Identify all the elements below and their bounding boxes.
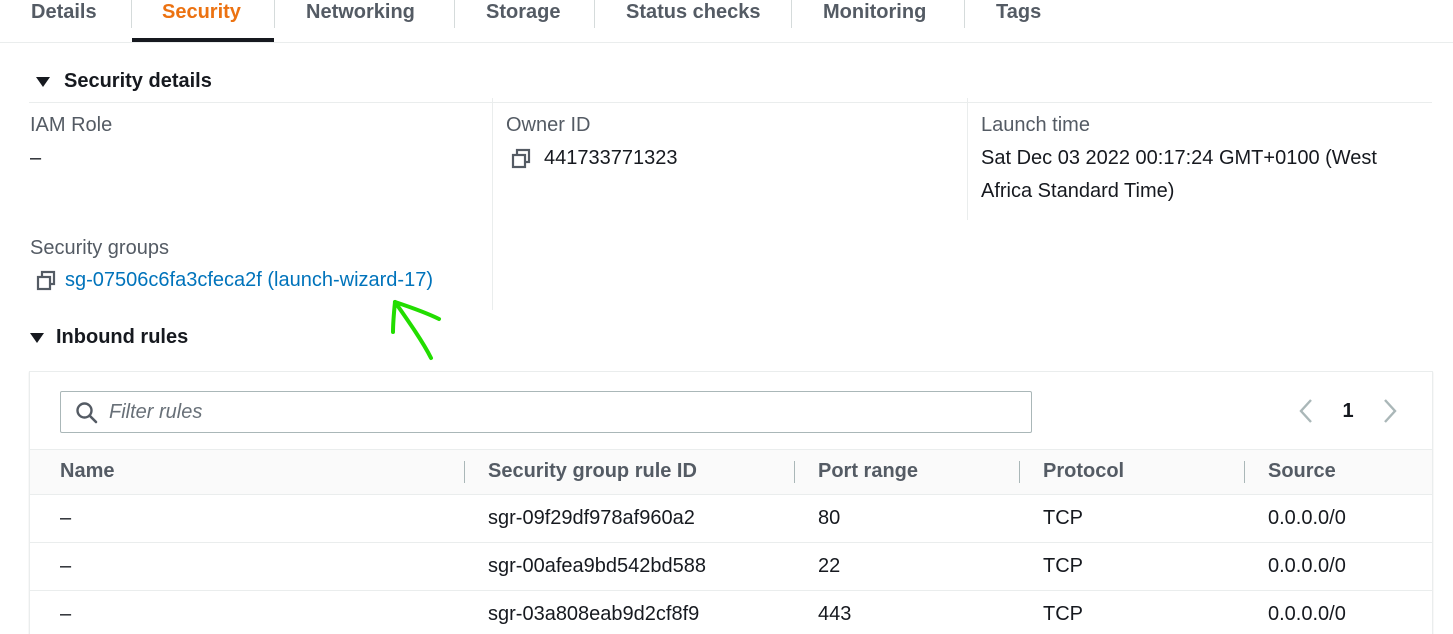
tab-monitoring[interactable]: Monitoring: [823, 0, 926, 42]
copy-icon[interactable]: [35, 270, 57, 292]
caret-down-icon: [30, 332, 44, 343]
section-divider: [29, 102, 1432, 103]
active-tab-indicator: [132, 38, 274, 42]
cell-rule-id: sgr-03a808eab9d2cf8f9: [488, 603, 700, 625]
filter-rules-field[interactable]: [60, 391, 1032, 433]
next-page-button[interactable]: [1376, 397, 1404, 425]
chevron-right-icon: [1384, 399, 1397, 423]
cell-source: 0.0.0.0/0: [1268, 555, 1346, 577]
column-divider: [967, 98, 968, 220]
cell-source: 0.0.0.0/0: [1268, 507, 1346, 529]
column-header-name[interactable]: Name: [60, 460, 114, 483]
filter-rules-input[interactable]: [109, 398, 1009, 426]
previous-page-button[interactable]: [1292, 397, 1320, 425]
security-group-link[interactable]: sg-07506c6fa3cfeca2f (launch-wizard-17): [65, 269, 433, 291]
column-header-port-range[interactable]: Port range: [818, 460, 918, 483]
table-row[interactable]: – sgr-03a808eab9d2cf8f9 443 TCP 0.0.0.0/…: [30, 591, 1432, 634]
cell-protocol: TCP: [1043, 507, 1083, 529]
column-resizer[interactable]: [464, 461, 465, 483]
tab-details[interactable]: Details: [31, 0, 97, 42]
owner-id-value: 441733771323: [544, 147, 678, 169]
security-details-title: Security details: [64, 70, 212, 92]
column-divider: [492, 98, 493, 310]
annotation-arrow-icon: [391, 300, 441, 360]
chevron-left-icon: [1299, 399, 1312, 423]
column-resizer[interactable]: [794, 461, 795, 483]
tab-divider: [964, 0, 965, 28]
instance-tabs: Details Security Networking Storage Stat…: [0, 0, 1453, 43]
table-row[interactable]: – sgr-09f29df978af960a2 80 TCP 0.0.0.0/0: [30, 495, 1432, 543]
iam-role-value: –: [30, 147, 42, 169]
inbound-rules-panel: 1 Name Security group rule ID Port range…: [29, 371, 1433, 634]
security-details-toggle[interactable]: Security details: [36, 70, 212, 93]
cell-port-range: 443: [818, 603, 852, 625]
cell-port-range: 80: [818, 507, 841, 529]
column-header-source[interactable]: Source: [1268, 460, 1336, 483]
iam-role-label: IAM Role: [30, 114, 113, 136]
tab-security[interactable]: Security: [162, 0, 241, 42]
launch-time-label: Launch time: [981, 114, 1090, 136]
launch-time-value-line1: Sat Dec 03 2022 00:17:24 GMT+0100 (West: [981, 147, 1377, 169]
tab-tags[interactable]: Tags: [996, 0, 1041, 42]
cell-name: –: [60, 603, 72, 625]
column-header-protocol[interactable]: Protocol: [1043, 460, 1124, 483]
security-groups-value-row: sg-07506c6fa3cfeca2f (launch-wizard-17): [35, 264, 433, 297]
cell-port-range: 22: [818, 555, 841, 577]
cell-protocol: TCP: [1043, 603, 1083, 625]
pagination: 1: [1292, 397, 1404, 425]
tab-divider: [131, 0, 132, 28]
tab-divider: [594, 0, 595, 28]
cell-source: 0.0.0.0/0: [1268, 603, 1346, 625]
cell-protocol: TCP: [1043, 555, 1083, 577]
owner-id-value-row: 441733771323: [510, 142, 677, 175]
cell-rule-id: sgr-00afea9bd542bd588: [488, 555, 706, 577]
tab-networking[interactable]: Networking: [306, 0, 415, 42]
tab-status-checks[interactable]: Status checks: [626, 0, 761, 42]
copy-icon[interactable]: [510, 148, 532, 170]
caret-down-icon: [36, 76, 50, 87]
security-groups-label: Security groups: [30, 237, 169, 259]
column-header-rule-id[interactable]: Security group rule ID: [488, 460, 697, 483]
tab-divider: [454, 0, 455, 28]
cell-name: –: [60, 507, 72, 529]
inbound-rules-title: Inbound rules: [56, 326, 189, 348]
column-resizer[interactable]: [1019, 461, 1020, 483]
cell-rule-id: sgr-09f29df978af960a2: [488, 507, 695, 529]
cell-name: –: [60, 555, 72, 577]
inbound-rules-toggle[interactable]: Inbound rules: [30, 326, 188, 349]
tab-divider: [274, 0, 275, 28]
tab-divider: [791, 0, 792, 28]
table-row[interactable]: – sgr-00afea9bd542bd588 22 TCP 0.0.0.0/0: [30, 543, 1432, 591]
owner-id-label: Owner ID: [506, 114, 591, 136]
search-icon: [76, 402, 98, 424]
launch-time-value-line2: Africa Standard Time): [981, 180, 1175, 202]
table-header: Name Security group rule ID Port range P…: [30, 449, 1432, 495]
tab-storage[interactable]: Storage: [486, 0, 560, 42]
current-page-number[interactable]: 1: [1320, 400, 1376, 423]
column-resizer[interactable]: [1244, 461, 1245, 483]
